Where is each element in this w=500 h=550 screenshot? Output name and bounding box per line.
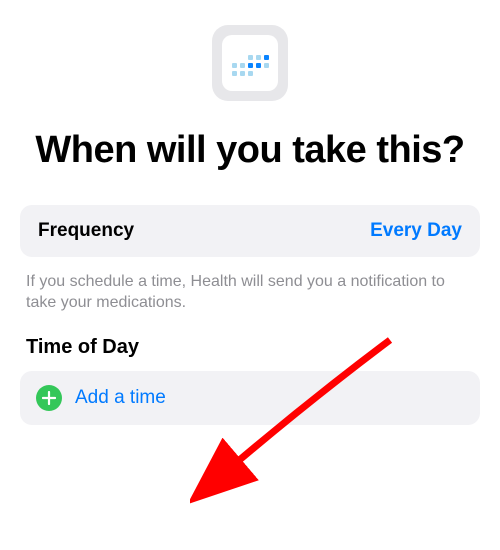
time-of-day-title: Time of Day xyxy=(26,336,474,359)
schedule-hint: If you schedule a time, Health will send… xyxy=(26,271,474,314)
header-icon-container xyxy=(20,25,480,101)
add-time-label: Add a time xyxy=(75,387,166,409)
add-time-button[interactable]: Add a time xyxy=(20,371,480,425)
frequency-row[interactable]: Frequency Every Day xyxy=(20,205,480,257)
frequency-label: Frequency xyxy=(38,220,134,242)
page-title: When will you take this? xyxy=(20,129,480,173)
calendar-icon xyxy=(212,25,288,101)
plus-icon xyxy=(36,385,62,411)
frequency-value: Every Day xyxy=(370,220,462,242)
